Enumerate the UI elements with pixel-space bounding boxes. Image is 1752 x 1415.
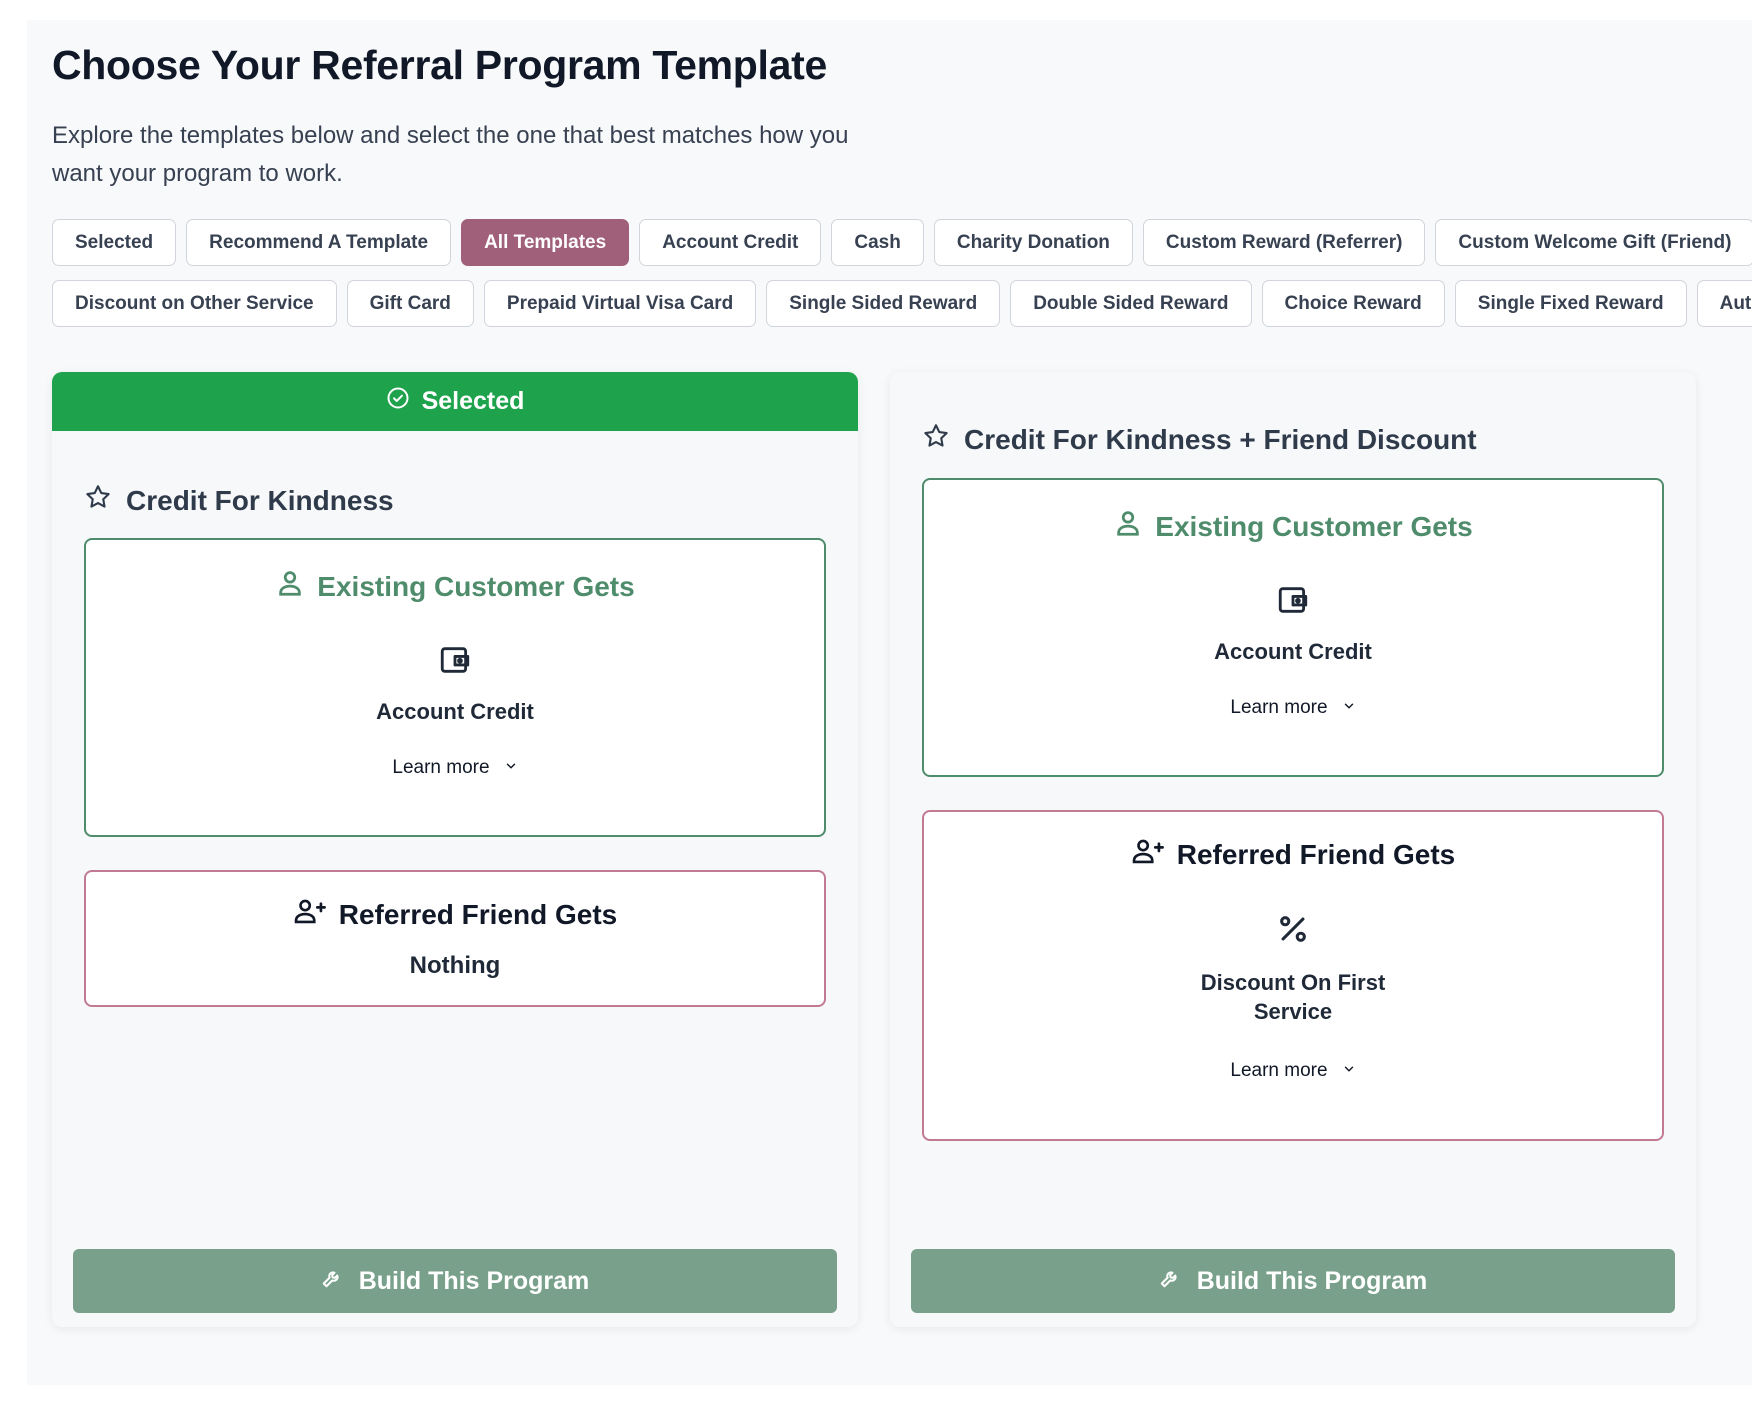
referred-friend-heading: Referred Friend Gets	[924, 836, 1662, 873]
star-icon	[922, 422, 950, 457]
wrench-icon	[1159, 1267, 1181, 1296]
star-icon	[84, 483, 112, 518]
check-circle-icon	[386, 386, 410, 417]
filter-chip-all-templates[interactable]: All Templates	[461, 219, 630, 266]
template-title: Credit For Kindness + Friend Discount	[922, 422, 1477, 457]
user-plus-icon	[1131, 836, 1165, 873]
wrench-icon	[321, 1267, 343, 1296]
wallet-icon	[86, 643, 824, 677]
selected-banner: Selected	[52, 372, 858, 431]
filter-chip-aut[interactable]: Aut	[1696, 280, 1752, 327]
referred-friend-heading: Referred Friend Gets	[86, 896, 824, 933]
existing-customer-box: Existing Customer Gets Account Credit Le…	[84, 538, 826, 837]
filter-chip-gift-card[interactable]: Gift Card	[346, 280, 474, 327]
learn-more-toggle[interactable]: Learn more	[924, 1060, 1662, 1082]
page: Choose Your Referral Program Template Ex…	[27, 20, 1752, 1385]
existing-customer-heading: Existing Customer Gets	[924, 508, 1662, 545]
friend-reward-nothing: Nothing	[409, 952, 501, 979]
build-program-button[interactable]: Build This Program	[73, 1249, 837, 1313]
filter-chip-account-credit[interactable]: Account Credit	[639, 219, 822, 266]
existing-customer-box: Existing Customer Gets Account Credit Le…	[922, 478, 1664, 777]
filter-chip-custom-reward-referrer[interactable]: Custom Reward (Referrer)	[1142, 219, 1426, 266]
filter-chip-selected[interactable]: Selected	[52, 219, 177, 266]
template-card-credit-for-kindness[interactable]: Selected Credit For Kindness Existing Cu…	[52, 372, 858, 1327]
learn-more-toggle[interactable]: Learn more	[924, 697, 1662, 719]
filter-chip-single-sided[interactable]: Single Sided Reward	[766, 280, 1001, 327]
selected-label: Selected	[421, 387, 525, 415]
filter-chip-cash[interactable]: Cash	[831, 219, 924, 266]
page-subtitle: Explore the templates below and select t…	[52, 122, 849, 187]
page-title: Choose Your Referral Program Template	[52, 42, 827, 88]
chevron-down-icon	[1342, 697, 1356, 719]
template-title-text: Credit For Kindness	[126, 484, 394, 516]
filter-chip-custom-welcome-gift[interactable]: Custom Welcome Gift (Friend)	[1435, 219, 1752, 266]
template-card-credit-plus-discount[interactable]: Credit For Kindness + Friend Discount Ex…	[890, 372, 1696, 1327]
user-icon	[1113, 508, 1143, 545]
filter-chip-prepaid-visa[interactable]: Prepaid Virtual Visa Card	[483, 280, 757, 327]
user-plus-icon	[293, 896, 327, 933]
reward-name: Discount On First Service	[1200, 970, 1386, 1024]
build-program-button[interactable]: Build This Program	[911, 1249, 1675, 1313]
chevron-down-icon	[504, 757, 518, 779]
percent-icon	[924, 912, 1662, 946]
template-title: Credit For Kindness	[84, 483, 394, 518]
template-title-text: Credit For Kindness + Friend Discount	[964, 423, 1477, 455]
existing-customer-heading: Existing Customer Gets	[86, 568, 824, 605]
filter-chip-choice-reward[interactable]: Choice Reward	[1261, 280, 1445, 327]
filter-chip-double-sided[interactable]: Double Sided Reward	[1010, 280, 1252, 327]
filter-row-2: Discount on Other Service Gift Card Prep…	[52, 280, 1752, 327]
learn-more-toggle[interactable]: Learn more	[86, 757, 824, 779]
referred-friend-box: Referred Friend Gets Nothing	[84, 870, 826, 1007]
reward-name: Account Credit	[1214, 639, 1372, 664]
filter-chip-discount-other-service[interactable]: Discount on Other Service	[52, 280, 337, 327]
user-icon	[275, 568, 305, 605]
filter-chip-charity-donation[interactable]: Charity Donation	[933, 219, 1133, 266]
referred-friend-box: Referred Friend Gets Discount On First S…	[922, 810, 1664, 1141]
reward-name: Account Credit	[376, 699, 534, 724]
wallet-icon	[924, 583, 1662, 617]
filter-row-1: Selected Recommend A Template All Templa…	[52, 219, 1752, 266]
chevron-down-icon	[1342, 1060, 1356, 1082]
filter-chip-recommend[interactable]: Recommend A Template	[186, 219, 452, 266]
filter-chip-single-fixed[interactable]: Single Fixed Reward	[1454, 280, 1687, 327]
